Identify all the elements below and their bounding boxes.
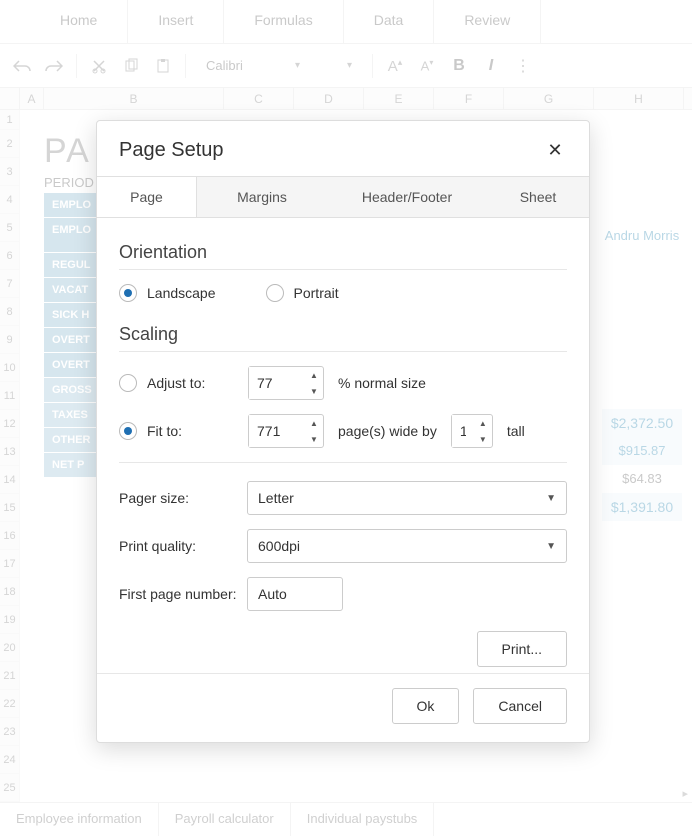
- spinner-down-icon[interactable]: ▼: [474, 431, 492, 447]
- print-button[interactable]: Print...: [477, 631, 567, 667]
- dialog-tabs: Page Margins Header/Footer Sheet: [97, 176, 589, 218]
- radio-label: Adjust to:: [147, 375, 205, 391]
- adjust-to-spinner[interactable]: ▲▼: [248, 366, 324, 400]
- adjust-suffix: % normal size: [338, 375, 426, 391]
- fit-wide-suffix: page(s) wide by: [338, 423, 437, 439]
- close-icon[interactable]: ✕: [543, 140, 567, 161]
- print-quality-value: 600dpi: [258, 538, 546, 554]
- radio-dot-icon: [266, 284, 284, 302]
- cancel-button[interactable]: Cancel: [473, 688, 567, 724]
- print-quality-select[interactable]: 600dpi ▼: [247, 529, 567, 563]
- first-page-label: First page number:: [119, 586, 247, 602]
- first-page-input[interactable]: [247, 577, 343, 611]
- spinner-up-icon[interactable]: ▲: [305, 415, 323, 431]
- orientation-heading: Orientation: [119, 234, 567, 270]
- radio-dot-icon: [119, 374, 137, 392]
- dialog-title: Page Setup: [119, 139, 224, 162]
- spinner-up-icon[interactable]: ▲: [305, 367, 323, 383]
- spinner-up-icon[interactable]: ▲: [474, 415, 492, 431]
- tab-header-footer[interactable]: Header/Footer: [327, 177, 487, 217]
- page-setup-dialog: Page Setup ✕ Page Margins Header/Footer …: [96, 120, 590, 743]
- radio-portrait[interactable]: Portrait: [266, 284, 339, 302]
- radio-fit-to[interactable]: Fit to:: [119, 422, 234, 440]
- fit-wide-input[interactable]: [249, 415, 305, 447]
- pager-size-value: Letter: [258, 490, 546, 506]
- radio-adjust-to[interactable]: Adjust to:: [119, 374, 234, 392]
- radio-label: Fit to:: [147, 423, 182, 439]
- tab-sheet[interactable]: Sheet: [487, 177, 589, 217]
- radio-label: Portrait: [294, 285, 339, 301]
- radio-dot-icon: [119, 422, 137, 440]
- pager-size-label: Pager size:: [119, 490, 247, 506]
- fit-tall-spinner[interactable]: ▲▼: [451, 414, 493, 448]
- radio-landscape[interactable]: Landscape: [119, 284, 216, 302]
- fit-tall-input[interactable]: [452, 415, 474, 447]
- ok-button[interactable]: Ok: [392, 688, 460, 724]
- spinner-down-icon[interactable]: ▼: [305, 431, 323, 447]
- fit-tall-suffix: tall: [507, 423, 525, 439]
- pager-size-select[interactable]: Letter ▼: [247, 481, 567, 515]
- radio-label: Landscape: [147, 285, 216, 301]
- scaling-heading: Scaling: [119, 316, 567, 352]
- tab-margins[interactable]: Margins: [197, 177, 327, 217]
- chevron-down-icon: ▼: [546, 541, 556, 552]
- adjust-to-input[interactable]: [249, 367, 305, 399]
- radio-dot-icon: [119, 284, 137, 302]
- chevron-down-icon: ▼: [546, 493, 556, 504]
- spinner-down-icon[interactable]: ▼: [305, 383, 323, 399]
- fit-wide-spinner[interactable]: ▲▼: [248, 414, 324, 448]
- tab-page[interactable]: Page: [97, 177, 197, 217]
- print-quality-label: Print quality:: [119, 538, 247, 554]
